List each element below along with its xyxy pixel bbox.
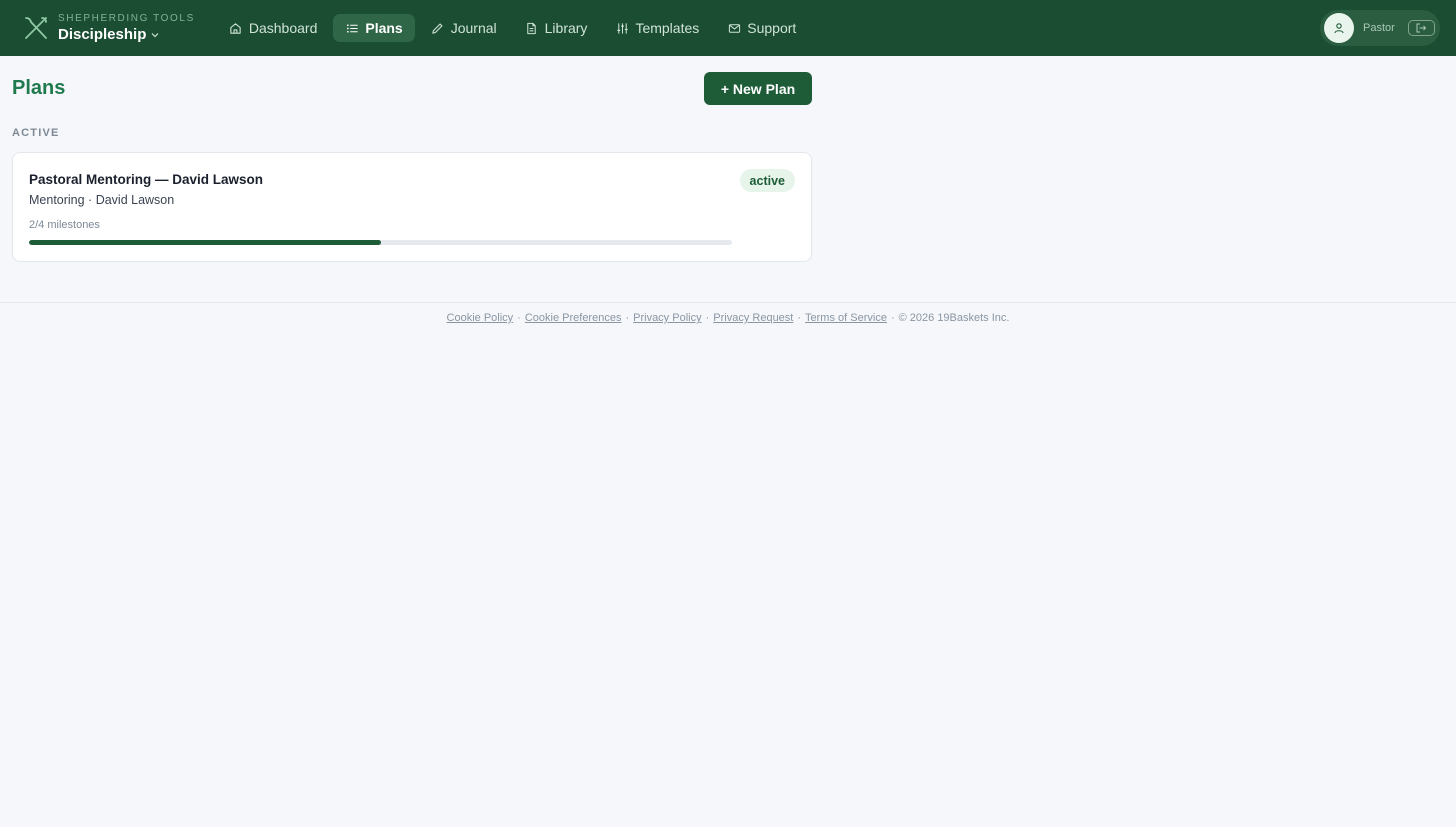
footer-separator: ·: [705, 312, 710, 324]
mail-icon: [727, 21, 741, 35]
app-switcher[interactable]: SHEPHERDING TOOLS Discipleship: [22, 14, 195, 42]
plan-title: Pastoral Mentoring — David Lawson: [29, 172, 264, 187]
logout-button[interactable]: [1407, 20, 1435, 36]
brand-name: Discipleship: [58, 26, 147, 43]
footer-separator: ·: [625, 312, 630, 324]
sliders-icon: [615, 21, 629, 35]
terms-of-service-link[interactable]: Terms of Service: [805, 312, 887, 324]
status-badge: active: [739, 169, 795, 192]
page-title: Plans: [12, 77, 66, 99]
copyright-text: © 2026 19Baskets Inc.: [898, 312, 1010, 324]
footer: Cookie Policy · Cookie Preferences · Pri…: [0, 302, 1456, 324]
user-icon[interactable]: [1324, 13, 1354, 43]
document-icon: [525, 21, 539, 35]
nav-item-label: Support: [747, 20, 797, 36]
logout-icon: [1415, 23, 1427, 33]
new-plan-button[interactable]: + New Plan: [704, 72, 812, 105]
chevron-down-icon: [151, 32, 159, 38]
nav-item-journal[interactable]: Journal: [419, 14, 509, 42]
nav-item-support[interactable]: Support: [715, 14, 808, 42]
privacy-request-link[interactable]: Privacy Request: [713, 312, 793, 324]
section-label-active: ACTIVE: [12, 127, 60, 139]
nav-item-library[interactable]: Library: [513, 14, 600, 42]
cookie-preferences-link[interactable]: Cookie Preferences: [525, 312, 622, 324]
footer-separator: ·: [517, 312, 521, 324]
nav-item-label: Library: [544, 20, 588, 36]
nav-item-label: Plans: [365, 20, 403, 36]
brand-eyebrow: SHEPHERDING TOOLS: [58, 13, 195, 24]
privacy-policy-link[interactable]: Privacy Policy: [633, 312, 701, 324]
progress-bar-fill: [29, 240, 381, 245]
nav-item-dashboard[interactable]: Dashboard: [217, 14, 330, 42]
footer-separator: ·: [797, 312, 802, 324]
nav-item-templates[interactable]: Templates: [603, 14, 711, 42]
nav-item-label: Journal: [450, 20, 497, 36]
crossed-staffs-logo-icon: [22, 14, 50, 42]
nav-item-plans[interactable]: Plans: [333, 14, 415, 42]
list-icon: [345, 21, 359, 35]
main-nav: Dashboard Plans Journal Library Template…: [217, 14, 812, 42]
pencil-icon: [431, 21, 445, 35]
user-name: Pastor: [1363, 22, 1395, 34]
footer-separator: ·: [890, 312, 895, 324]
progress-bar: [29, 240, 732, 245]
home-icon: [229, 21, 243, 35]
nav-item-label: Templates: [635, 20, 700, 36]
nav-item-label: Dashboard: [248, 20, 318, 36]
cookie-policy-link[interactable]: Cookie Policy: [447, 312, 514, 324]
user-menu[interactable]: Pastor: [1320, 10, 1440, 46]
top-navigation-bar: SHEPHERDING TOOLS Discipleship Dashboard: [0, 0, 1456, 56]
plan-card[interactable]: Pastoral Mentoring — David Lawson Mentor…: [12, 152, 812, 262]
milestones-count: 2/4 milestones: [29, 219, 100, 231]
plan-subtitle: Mentoring · David Lawson: [29, 193, 175, 207]
